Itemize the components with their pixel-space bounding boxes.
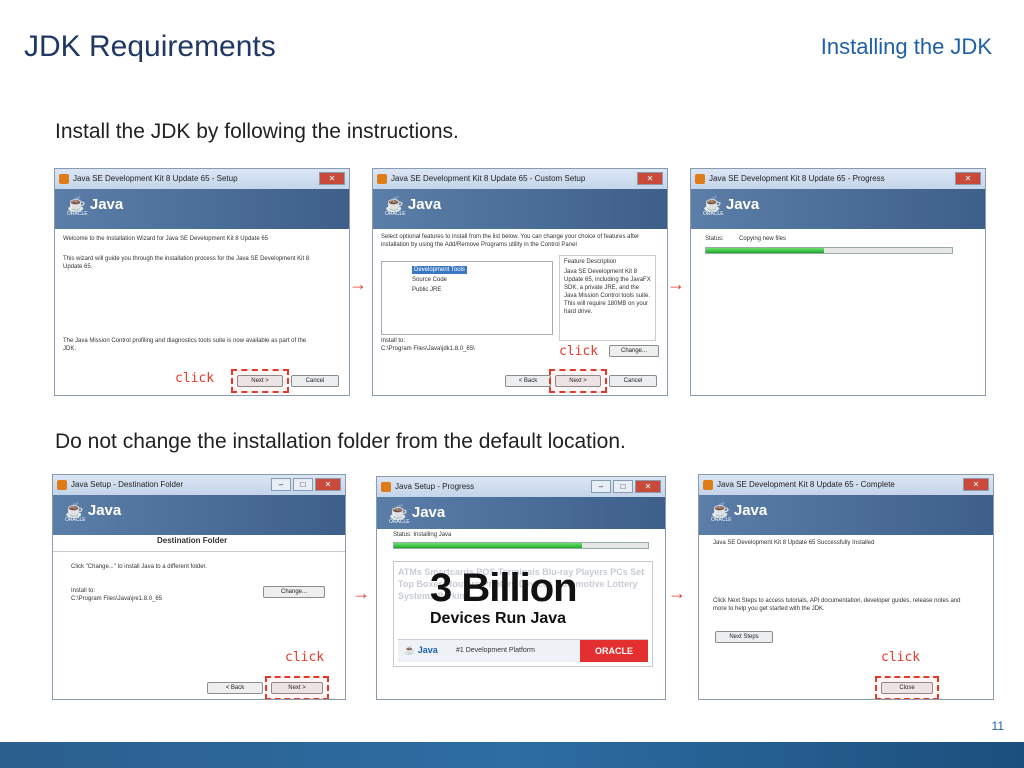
close-icon: ✕ [319, 172, 345, 185]
java-logo: ☕ Java ORACLE [711, 502, 768, 523]
highlight-close [875, 676, 939, 699]
window-titlebar: Java SE Development Kit 8 Update 65 - Cu… [373, 169, 667, 189]
maximize-icon: □ [613, 480, 633, 493]
click-label: click [175, 371, 215, 386]
java-banner: ☕ Java ORACLE [55, 189, 349, 229]
next-steps-button[interactable]: Next Steps [715, 631, 773, 643]
install-path: C:\Program Files\Java\jre1.8.0_65 [71, 596, 163, 602]
java-banner: ☕ Java ORACLE [373, 189, 667, 229]
maximize-icon: □ [293, 478, 313, 491]
install-to-label: Install to: [71, 588, 96, 594]
back-button[interactable]: < Back [505, 375, 551, 387]
window-title: Java Setup - Destination Folder [71, 480, 184, 489]
footer-text: The Java Mission Control profiling and d… [63, 338, 307, 352]
instruction-step2: Do not change the installation folder fr… [55, 430, 626, 453]
wizard-text: This wizard will guide you through the i… [63, 256, 310, 270]
cancel-button[interactable]: Cancel [291, 375, 339, 387]
install-to-label: Install to: [381, 338, 406, 344]
feature-description: Feature Description Java SE Development … [559, 255, 656, 341]
window-titlebar: Java Setup - Destination Folder – □ ✕ [53, 475, 345, 495]
section-title: Installing the JDK [820, 34, 992, 59]
next-steps-text: Click Next Steps to access tutorials, AP… [713, 598, 961, 612]
change-prompt: Click "Change..." to install Java to a d… [71, 564, 207, 570]
status-label: Status: [705, 236, 724, 242]
java-banner: ☕ Java ORACLE [691, 189, 985, 229]
feature-item[interactable]: Source Code [412, 276, 447, 284]
highlight-next [231, 369, 289, 393]
window-title: Java SE Development Kit 8 Update 65 - Co… [717, 480, 895, 489]
screenshot-welcome: Java SE Development Kit 8 Update 65 - Se… [54, 168, 350, 396]
highlight-next [549, 369, 607, 393]
minimize-icon: – [591, 480, 611, 493]
progress-bar [705, 247, 953, 254]
feature-item[interactable]: Public JRE [412, 286, 441, 294]
screenshot-installing-java: Java Setup - Progress – □ ✕ ☕ Java ORACLE S… [376, 476, 666, 700]
ad-headline: 3 Billion [430, 566, 578, 610]
ad-footer: ☕ Java #1 Development Platform ORACLE [398, 639, 648, 662]
ad-subheadline: Devices Run Java [430, 610, 567, 627]
screenshot-progress: Java SE Development Kit 8 Update 65 - Pr… [690, 168, 986, 396]
click-label: click [881, 650, 921, 665]
close-icon: ✕ [963, 478, 989, 491]
window-title: Java SE Development Kit 8 Update 65 - Cu… [391, 174, 586, 183]
arrow-right-icon: → [667, 274, 685, 294]
arrow-right-icon: → [352, 583, 370, 603]
screenshot-custom-setup: Java SE Development Kit 8 Update 65 - Cu… [372, 168, 668, 396]
minimize-icon: – [271, 478, 291, 491]
oracle-logo: ORACLE [580, 640, 648, 662]
close-icon: ✕ [955, 172, 981, 185]
highlight-next [265, 676, 329, 699]
status-text: Status: Installing Java [393, 532, 452, 538]
window-titlebar: Java SE Development Kit 8 Update 65 - Se… [55, 169, 349, 189]
description-title: Feature Description [564, 259, 617, 265]
click-label: click [285, 650, 325, 665]
window-titlebar: Java SE Development Kit 8 Update 65 - Co… [699, 475, 993, 495]
arrow-right-icon: → [668, 583, 686, 603]
close-icon: ✕ [635, 480, 661, 493]
status-text: Copying new files [739, 236, 787, 242]
java-logo: ☕ Java ORACLE [703, 196, 760, 217]
progress-bar [393, 542, 649, 549]
screenshot-destination-folder: Java Setup - Destination Folder – □ ✕ ☕ Ja… [52, 474, 346, 700]
window-title: Java Setup - Progress [395, 482, 475, 491]
java-logo: ☕ Java ORACLE [385, 196, 442, 217]
window-titlebar: Java Setup - Progress – □ ✕ [377, 477, 665, 497]
folder-heading: Destination Folder [157, 536, 228, 545]
back-button[interactable]: < Back [207, 682, 263, 694]
close-icon: ✕ [637, 172, 663, 185]
java-logo: ☕ Java ORACLE [389, 504, 446, 525]
divider [53, 551, 345, 552]
footer-bar [0, 742, 1024, 768]
feature-tree[interactable]: Development Tools Source Code Public JRE [381, 261, 553, 335]
arrow-right-icon: → [349, 274, 367, 294]
feature-item[interactable]: Development Tools [412, 266, 467, 274]
install-path: C:\Program Files\Java\jdk1.8.0_65\ [381, 346, 475, 352]
intro-text: Select optional features to install from… [381, 234, 640, 248]
java-logo: ☕ Java ORACLE [65, 502, 122, 523]
instruction-step1: Install the JDK by following the instruc… [55, 120, 459, 143]
welcome-text: Welcome to the Installation Wizard for J… [63, 236, 268, 242]
java-ad-banner: ATMs Smartcards POS Terminals Blu-ray Pl… [393, 561, 653, 667]
description-text: Java SE Development Kit 8 Update 65, inc… [564, 269, 651, 315]
ad-tagline: #1 Development Platform [456, 647, 535, 654]
screenshot-complete: Java SE Development Kit 8 Update 65 - Co… [698, 474, 994, 700]
java-banner: ☕ Java ORACLE [53, 495, 345, 535]
window-title: Java SE Development Kit 8 Update 65 - Se… [73, 174, 238, 183]
java-banner: ☕ Java ORACLE [699, 495, 993, 535]
success-text: Java SE Development Kit 8 Update 65 Succ… [713, 540, 875, 546]
cancel-button[interactable]: Cancel [609, 375, 657, 387]
java-logo: ☕ Java ORACLE [67, 196, 124, 217]
window-titlebar: Java SE Development Kit 8 Update 65 - Pr… [691, 169, 985, 189]
change-button[interactable]: Change... [263, 586, 325, 598]
window-title: Java SE Development Kit 8 Update 65 - Pr… [709, 174, 885, 183]
page-number: 11 [991, 719, 1004, 733]
change-button[interactable]: Change... [609, 345, 659, 357]
ad-java-logo: ☕ Java [404, 645, 438, 655]
page-title: JDK Requirements [24, 30, 276, 63]
click-label: click [559, 344, 599, 359]
close-icon: ✕ [315, 478, 341, 491]
